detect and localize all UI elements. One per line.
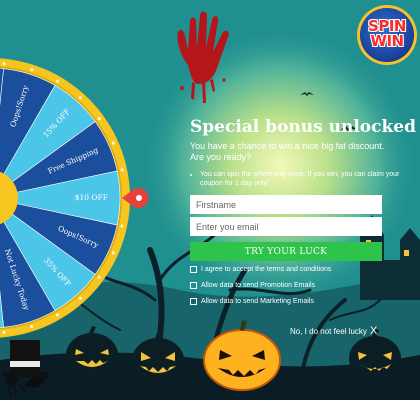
rim-dot <box>2 62 6 66</box>
terms-checkbox[interactable]: I agree to accept the terms and conditio… <box>190 266 331 277</box>
popup: SPIN WIN Oops!Sorry 15% OFF Free Shipping $… <box>0 0 420 400</box>
rim-dot <box>55 79 60 83</box>
headline: Special bonus unlocked <box>190 117 416 137</box>
checkbox-box[interactable] <box>190 282 197 289</box>
rim-dot <box>78 96 82 100</box>
close-icon[interactable]: X <box>370 325 377 337</box>
dismiss-link[interactable]: No, I do not feel lucky X <box>290 325 377 337</box>
rim-dot <box>30 324 34 328</box>
rim-dot <box>97 275 101 279</box>
rules-list: You can spin the wheel only once. If you… <box>190 170 405 188</box>
rim-dot <box>2 330 6 334</box>
promo-emails-checkbox[interactable]: Allow data to send Promotion Emails <box>190 282 315 293</box>
checkbox-label: Allow data to send Marketing Emails <box>201 298 314 305</box>
pointer-pin <box>136 195 142 201</box>
checkbox-box[interactable] <box>190 266 197 273</box>
rim-dot <box>111 141 115 145</box>
rim-dot <box>120 168 124 172</box>
rim-dot <box>97 117 101 121</box>
rim-dot <box>55 313 60 317</box>
rim-dot <box>30 68 34 72</box>
rule-item: You can spin the wheel only once. If you… <box>200 170 405 188</box>
checkbox-box[interactable] <box>190 298 197 305</box>
rim-dot <box>120 224 124 228</box>
pumpkin-icon <box>66 326 118 377</box>
email-input[interactable] <box>190 217 382 236</box>
crow-icon <box>24 376 50 388</box>
rim-dot <box>78 296 82 300</box>
dismiss-label: No, I do not feel lucky <box>290 327 367 336</box>
pumpkin-icon <box>132 331 184 382</box>
firstname-input[interactable] <box>190 195 382 214</box>
try-your-luck-button[interactable]: TRY YOUR LUCK <box>190 242 382 261</box>
subtext: You have a chance to win a nice big fat … <box>190 141 385 162</box>
rim-dot <box>111 251 115 255</box>
pumpkin-icon <box>203 320 281 391</box>
marketing-emails-checkbox[interactable]: Allow data to send Marketing Emails <box>190 298 314 309</box>
wheel-segment-label: $10 OFF <box>75 193 108 202</box>
checkbox-label: I agree to accept the terms and conditio… <box>201 266 332 273</box>
checkbox-label: Allow data to send Promotion Emails <box>201 282 315 289</box>
